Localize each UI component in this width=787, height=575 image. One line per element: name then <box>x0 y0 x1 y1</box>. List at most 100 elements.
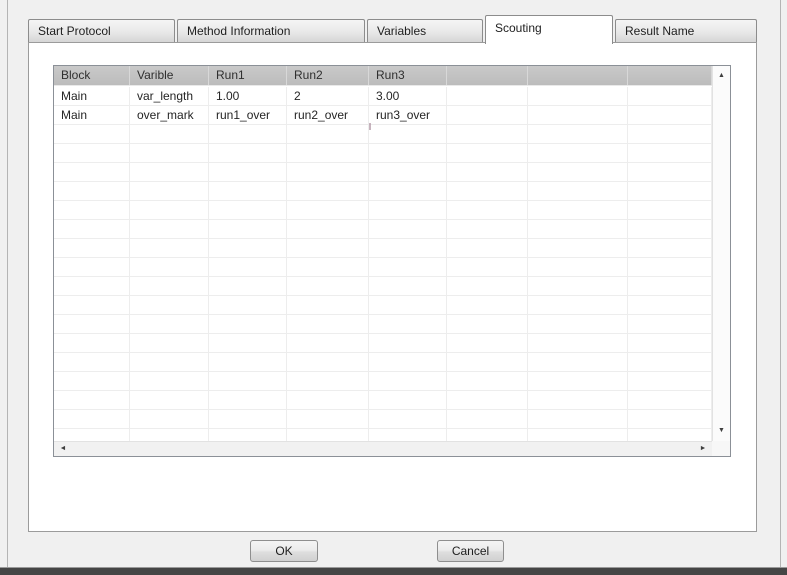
table-empty-row <box>54 258 712 277</box>
table-cell <box>447 353 528 371</box>
table-cell <box>369 372 447 390</box>
table-cell <box>447 391 528 409</box>
table-cell <box>54 277 130 295</box>
table-empty-row <box>54 239 712 258</box>
table-cell[interactable]: 3.00 <box>369 87 447 105</box>
table-cell <box>628 125 712 143</box>
table-empty-row <box>54 315 712 334</box>
table-cell[interactable] <box>528 106 628 124</box>
table-cell <box>54 182 130 200</box>
table-cell[interactable]: Main <box>54 87 130 105</box>
table-cell <box>628 201 712 219</box>
scouting-table: BlockVaribleRun1Run2Run3 Mainvar_length1… <box>53 65 731 457</box>
table-body: Mainvar_length1.0023.00Mainover_markrun1… <box>54 87 712 441</box>
tab-scouting[interactable]: Scouting <box>485 15 613 44</box>
cancel-button[interactable]: Cancel <box>437 540 504 562</box>
table-empty-row <box>54 410 712 429</box>
table-cell <box>287 125 369 143</box>
table-empty-row <box>54 277 712 296</box>
table-empty-row <box>54 125 712 144</box>
table-cell <box>628 144 712 162</box>
text-cursor-artifact <box>369 123 371 130</box>
table-row[interactable]: Mainover_markrun1_overrun2_overrun3_over <box>54 106 712 125</box>
table-empty-row <box>54 144 712 163</box>
table-cell <box>54 410 130 428</box>
table-cell[interactable] <box>528 87 628 105</box>
table-cell <box>447 429 528 441</box>
table-cell <box>628 220 712 238</box>
table-cell <box>54 239 130 257</box>
table-cell <box>130 353 209 371</box>
vertical-scrollbar[interactable]: ▲ ▼ <box>712 66 730 441</box>
table-cell <box>54 429 130 441</box>
tab-start-protocol[interactable]: Start Protocol <box>28 19 175 42</box>
table-cell[interactable]: over_mark <box>130 106 209 124</box>
table-cell <box>130 277 209 295</box>
table-cell <box>369 334 447 352</box>
horizontal-scrollbar[interactable]: ◄ ► <box>54 441 712 456</box>
table-cell <box>628 277 712 295</box>
window-left-border <box>7 0 8 567</box>
ok-button[interactable]: OK <box>250 540 318 562</box>
table-cell <box>130 220 209 238</box>
table-cell <box>209 410 287 428</box>
table-cell <box>287 391 369 409</box>
table-cell[interactable]: run3_over <box>369 106 447 124</box>
table-cell <box>130 315 209 333</box>
table-cell[interactable]: var_length <box>130 87 209 105</box>
table-cell[interactable]: 2 <box>287 87 369 105</box>
table-cell <box>287 220 369 238</box>
table-cell <box>528 125 628 143</box>
table-cell <box>209 429 287 441</box>
table-cell <box>369 277 447 295</box>
table-cell <box>369 239 447 257</box>
table-cell <box>54 220 130 238</box>
table-cell <box>287 315 369 333</box>
table-cell[interactable] <box>628 87 712 105</box>
table-cell <box>287 144 369 162</box>
table-cell <box>369 296 447 314</box>
table-cell <box>447 144 528 162</box>
table-cell <box>528 277 628 295</box>
table-cell[interactable]: Main <box>54 106 130 124</box>
table-cell <box>528 201 628 219</box>
table-cell <box>528 372 628 390</box>
table-cell <box>369 144 447 162</box>
table-cell <box>528 144 628 162</box>
table-cell <box>130 239 209 257</box>
table-cell <box>369 182 447 200</box>
table-cell <box>528 258 628 276</box>
table-cell <box>628 239 712 257</box>
table-cell[interactable]: run2_over <box>287 106 369 124</box>
table-cell <box>209 372 287 390</box>
table-header-row: BlockVaribleRun1Run2Run3 <box>54 66 712 86</box>
table-cell <box>130 182 209 200</box>
column-header: Run1 <box>209 66 287 85</box>
table-cell <box>447 372 528 390</box>
table-cell <box>628 334 712 352</box>
table-cell[interactable] <box>628 106 712 124</box>
scroll-up-icon[interactable]: ▲ <box>713 69 730 83</box>
column-header: Block <box>54 66 130 85</box>
table-cell[interactable] <box>447 106 528 124</box>
tab-result-name[interactable]: Result Name <box>615 19 757 42</box>
table-cell[interactable]: run1_over <box>209 106 287 124</box>
table-cell <box>130 258 209 276</box>
scroll-down-icon[interactable]: ▼ <box>713 424 730 438</box>
table-cell <box>54 296 130 314</box>
table-empty-row <box>54 220 712 239</box>
table-cell <box>528 315 628 333</box>
table-cell <box>209 182 287 200</box>
table-row[interactable]: Mainvar_length1.0023.00 <box>54 87 712 106</box>
table-cell <box>369 429 447 441</box>
table-cell[interactable] <box>447 87 528 105</box>
table-cell <box>447 410 528 428</box>
scroll-left-icon[interactable]: ◄ <box>56 442 70 456</box>
table-cell <box>287 334 369 352</box>
table-cell <box>369 353 447 371</box>
tab-method-information[interactable]: Method Information <box>177 19 365 42</box>
table-cell[interactable]: 1.00 <box>209 87 287 105</box>
table-cell <box>528 429 628 441</box>
tab-variables[interactable]: Variables <box>367 19 483 42</box>
scroll-right-icon[interactable]: ► <box>696 442 710 456</box>
